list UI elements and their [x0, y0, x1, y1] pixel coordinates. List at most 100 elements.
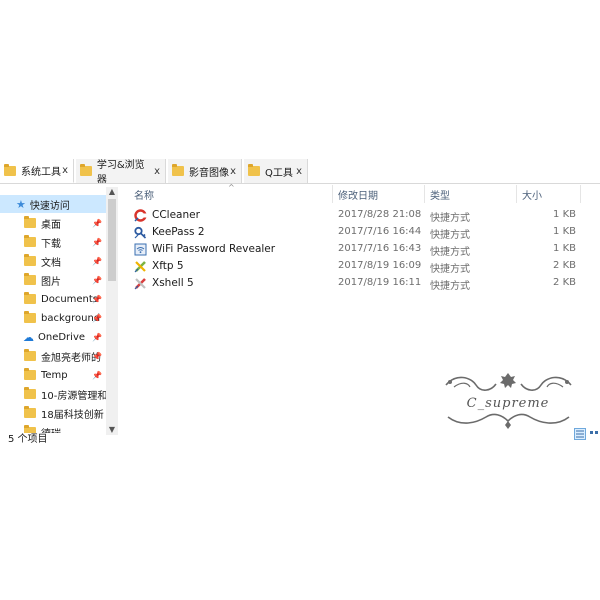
column-divider[interactable]	[516, 185, 517, 203]
folder-icon	[248, 164, 260, 176]
pin-icon: 📌	[92, 294, 102, 304]
column-header-label: 大小	[522, 190, 542, 202]
column-header-size[interactable]: 大小	[522, 185, 578, 203]
scrollbar-thumb[interactable]	[108, 199, 116, 281]
watermark-ornament: C_supreme	[445, 373, 572, 429]
nav-item-label: 10-房源管理和國	[41, 390, 111, 402]
nav-item-label: OneDrive	[38, 331, 86, 343]
scroll-down-icon[interactable]: ▼	[106, 425, 118, 435]
folder-icon	[24, 406, 36, 418]
tab-study-browser[interactable]: 学习&浏览器 x	[76, 159, 166, 186]
tab-label: Q工具	[265, 167, 293, 179]
close-icon[interactable]: x	[230, 166, 236, 177]
file-row-xshell[interactable]: Xshell 5 2017/8/19 16:11 快捷方式 2 KB	[134, 275, 580, 292]
folder-icon	[24, 349, 36, 361]
file-modified: 2017/8/28 21:08	[338, 209, 422, 220]
file-size: 2 KB	[553, 260, 576, 271]
nav-item-label: 文档	[41, 257, 61, 269]
folder-icon	[24, 311, 36, 323]
xftp-icon	[134, 261, 146, 273]
file-type: 快捷方式	[430, 213, 470, 224]
cloud-icon: ☁	[23, 330, 34, 344]
nav-item-desktop[interactable]: 桌面 📌	[0, 214, 118, 232]
file-modified: 2017/7/16 16:44	[338, 226, 422, 237]
file-type: 快捷方式	[430, 247, 470, 258]
pin-icon: 📌	[92, 218, 102, 228]
folder-icon	[172, 164, 184, 176]
close-icon[interactable]: x	[154, 166, 160, 177]
wifi-icon	[134, 243, 147, 256]
nav-item-label: Temp	[41, 369, 68, 381]
file-type: 快捷方式	[430, 281, 470, 292]
pin-icon: 📌	[92, 237, 102, 247]
documents-folder-icon	[24, 254, 36, 266]
file-row-keepass[interactable]: KeePass 2 2017/7/16 16:44 快捷方式 1 KB	[134, 224, 580, 241]
nav-item-temp[interactable]: Temp 📌	[0, 366, 118, 384]
pin-icon: 📌	[92, 313, 102, 323]
close-icon[interactable]: x	[62, 165, 68, 176]
tab-label: 学习&浏览器	[96, 160, 145, 186]
nav-item-label: 快速访问	[29, 200, 70, 212]
file-type: 快捷方式	[430, 264, 470, 275]
file-row-xftp[interactable]: Xftp 5 2017/8/19 16:09 快捷方式 2 KB	[134, 258, 580, 275]
nav-item-onedrive[interactable]: ☁ OneDrive 📌	[0, 328, 118, 346]
tab-strip: 系统工具 x 学习&浏览器 x 影音图像 x Q工具 x	[0, 159, 600, 186]
file-modified: 2017/7/16 16:43	[338, 243, 422, 254]
nav-item-pictures[interactable]: 图片 📌	[0, 271, 118, 289]
desktop-folder-icon	[24, 216, 36, 228]
pin-icon: 📌	[92, 256, 102, 266]
keepass-icon	[134, 226, 147, 239]
nav-item-quick-access[interactable]: ★ 快速访问	[0, 195, 118, 213]
nav-scrollbar[interactable]: ▲ ▼	[106, 187, 118, 435]
column-header-label: 修改日期	[338, 190, 378, 202]
nav-item-label: 图片	[41, 276, 61, 288]
tab-label: 系统工具	[21, 167, 61, 178]
status-item-count: 5 个项目	[8, 434, 48, 445]
file-name: Xshell 5	[152, 277, 194, 289]
column-divider[interactable]	[424, 185, 425, 203]
folder-icon	[80, 164, 92, 176]
file-modified: 2017/8/19 16:09	[338, 260, 422, 271]
nav-item-label: 下载	[41, 238, 61, 250]
file-name: CCleaner	[152, 209, 200, 221]
pin-icon: 📌	[92, 370, 102, 380]
xshell-icon	[134, 278, 146, 290]
file-size: 2 KB	[553, 277, 576, 288]
tab-system-tools[interactable]: 系统工具 x	[0, 159, 74, 183]
column-divider[interactable]	[332, 185, 333, 203]
column-header-label: 类型	[430, 190, 450, 202]
file-name: Xftp 5	[152, 260, 184, 272]
nav-item-teacher-folder[interactable]: 金旭亮老师的 📌	[0, 347, 118, 365]
nav-item-downloads[interactable]: 下载 📌	[0, 233, 118, 251]
folder-icon	[24, 292, 36, 304]
column-header-name[interactable]: 名称	[134, 185, 330, 203]
nav-item-label: 桌面	[41, 219, 61, 231]
close-icon[interactable]: x	[296, 166, 302, 177]
file-row-wifi-password-revealer[interactable]: WiFi Password Revealer 2017/7/16 16:43 快…	[134, 241, 580, 258]
file-size: 1 KB	[553, 209, 576, 220]
nav-item-documents[interactable]: Documents 📌	[0, 290, 118, 308]
column-divider[interactable]	[580, 185, 581, 203]
scroll-up-icon[interactable]: ▲	[106, 187, 118, 197]
file-name: KeePass 2	[152, 226, 205, 238]
file-name: WiFi Password Revealer	[152, 243, 276, 255]
navigation-pane: ★ 快速访问 桌面 📌 下载 📌 文档 📌 图片 📌 Documents 📌 b…	[0, 187, 118, 433]
folder-icon	[4, 163, 16, 176]
file-row-ccleaner[interactable]: CCleaner 2017/8/28 21:08 快捷方式 1 KB	[134, 207, 580, 224]
column-header-type[interactable]: 类型	[430, 185, 514, 203]
tab-media-images[interactable]: 影音图像 x	[168, 159, 242, 183]
file-type: 快捷方式	[430, 230, 470, 241]
pictures-folder-icon	[24, 273, 36, 285]
column-header-modified[interactable]: 修改日期	[338, 185, 422, 203]
nav-item-background[interactable]: background 📌	[0, 309, 118, 327]
tab-label: 影音图像	[189, 167, 229, 179]
nav-item-label: 18届科技创新	[41, 409, 104, 421]
nav-item-label: Documents	[41, 293, 99, 305]
nav-item-housing[interactable]: 10-房源管理和國	[0, 385, 118, 403]
nav-item-innovation[interactable]: 18届科技创新	[0, 404, 118, 422]
nav-item-documents-lib[interactable]: 文档 📌	[0, 252, 118, 270]
download-folder-icon	[24, 235, 36, 247]
tab-q-tools[interactable]: Q工具 x	[244, 159, 308, 183]
pin-icon: 📌	[92, 275, 102, 285]
large-icons-view-icon[interactable]	[588, 428, 600, 440]
